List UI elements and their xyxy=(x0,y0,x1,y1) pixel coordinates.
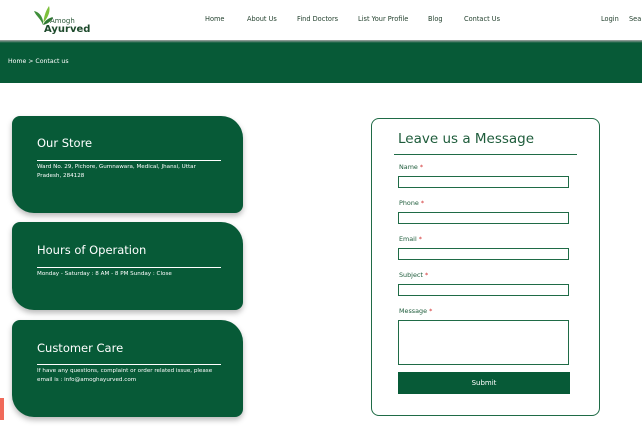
message-label: Message * xyxy=(399,308,432,314)
subject-input[interactable] xyxy=(398,284,569,296)
breadcrumb: Home > Contact us xyxy=(8,58,69,65)
phone-input[interactable] xyxy=(398,212,569,224)
message-textarea[interactable] xyxy=(398,320,569,365)
hours-text: Monday - Saturday : 8 AM - 8 PM Sunday :… xyxy=(37,271,172,277)
required-mark: * xyxy=(429,307,433,315)
email-input[interactable] xyxy=(398,248,569,260)
nav-list-your-profile[interactable]: List Your Profile xyxy=(358,16,408,23)
header-shadow xyxy=(0,40,642,43)
phone-label-text: Phone xyxy=(399,199,419,207)
email-label-text: Email xyxy=(399,235,417,243)
required-mark: * xyxy=(418,235,422,243)
customer-care-card: Customer Care If have any questions, com… xyxy=(12,320,243,417)
email-label: Email * xyxy=(399,236,422,242)
form-title-divider xyxy=(394,154,577,155)
message-label-text: Message xyxy=(399,307,428,315)
nav-contact-us[interactable]: Contact Us xyxy=(464,16,500,23)
side-feedback-tab[interactable] xyxy=(0,398,4,420)
name-label: Name * xyxy=(399,164,423,170)
contact-form: Leave us a Message Name * Phone * Email … xyxy=(371,118,600,416)
name-input[interactable] xyxy=(398,176,569,188)
customer-care-divider xyxy=(37,364,221,365)
form-title: Leave us a Message xyxy=(398,131,535,147)
nav-home[interactable]: Home xyxy=(205,16,224,23)
subject-label: Subject * xyxy=(399,272,428,278)
hours-card-divider xyxy=(37,267,221,268)
site-header: Amogh Ayurved Home About Us Find Doctors… xyxy=(0,0,642,40)
required-mark: * xyxy=(419,163,424,171)
nav-blog[interactable]: Blog xyxy=(428,16,443,23)
nav-about-us[interactable]: About Us xyxy=(247,16,277,23)
brand-name-bottom: Ayurved xyxy=(44,24,91,35)
submit-button[interactable]: Submit xyxy=(398,372,570,394)
store-address: Ward No. 29, Pichore, Gumnawara, Medical… xyxy=(37,164,196,179)
hours-card: Hours of Operation Monday - Saturday : 8… xyxy=(12,222,243,310)
hours-card-title: Hours of Operation xyxy=(37,243,147,257)
store-card-divider xyxy=(37,160,221,161)
store-card: Our Store Ward No. 29, Pichore, Gumnawar… xyxy=(12,116,243,213)
customer-care-text: If have any questions, complaint or orde… xyxy=(37,368,213,383)
required-mark: * xyxy=(420,199,425,207)
search-link[interactable]: Sea xyxy=(629,16,641,23)
page-banner xyxy=(0,40,642,83)
name-label-text: Name xyxy=(399,163,418,171)
login-link[interactable]: Login xyxy=(601,16,619,23)
brand-logo[interactable]: Amogh Ayurved xyxy=(30,2,90,36)
nav-find-doctors[interactable]: Find Doctors xyxy=(297,16,338,23)
phone-label: Phone * xyxy=(399,200,424,206)
required-mark: * xyxy=(424,271,429,279)
customer-care-title: Customer Care xyxy=(37,341,124,355)
store-card-title: Our Store xyxy=(37,136,93,150)
subject-label-text: Subject xyxy=(399,271,423,279)
